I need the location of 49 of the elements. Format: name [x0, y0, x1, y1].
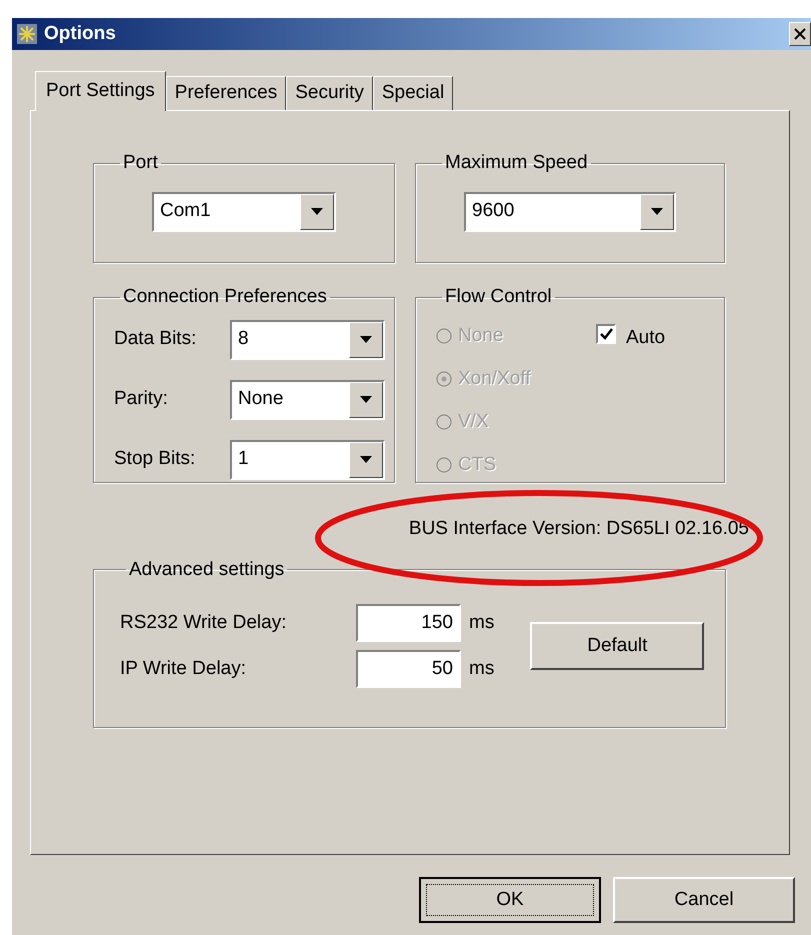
window-title: Options — [44, 22, 116, 46]
auto-checkbox[interactable]: Auto — [596, 320, 666, 352]
dropdown[interactable]: Com1 — [152, 192, 336, 232]
dropdown-arrow-button[interactable] — [300, 194, 334, 230]
tab[interactable]: Security — [286, 76, 373, 110]
field-label: IP Write Delay: — [120, 656, 248, 681]
close-icon — [794, 28, 806, 40]
dialog-button[interactable]: Cancel — [613, 877, 795, 923]
dropdown-value: Com1 — [159, 199, 212, 224]
field-label: Parity: — [114, 387, 169, 412]
dropdown-value: None — [237, 387, 284, 412]
dropdown[interactable]: 8 — [230, 320, 385, 360]
input-field[interactable]: 50 — [356, 650, 461, 688]
dropdown-arrow-button[interactable] — [349, 322, 383, 358]
group-title: Port — [122, 151, 159, 175]
default-button[interactable]: Default — [530, 622, 704, 670]
tab[interactable]: Special — [372, 76, 454, 110]
dropdown-value: 1 — [237, 447, 250, 472]
tab[interactable]: Port Settings — [35, 71, 166, 111]
dropdown-value: 9600 — [471, 199, 516, 224]
dialog-button[interactable]: OK — [419, 877, 601, 923]
check-icon — [600, 328, 612, 340]
dropdown[interactable]: None — [230, 380, 385, 420]
field-label: Data Bits: — [114, 327, 198, 352]
unit-label: ms — [469, 656, 494, 681]
caret-icon — [360, 336, 372, 343]
app-icon — [16, 23, 38, 45]
group-title: Advanced settings — [128, 558, 286, 582]
group-title: Flow Control — [444, 285, 553, 309]
dropdown[interactable]: 9600 — [464, 192, 676, 232]
close-button[interactable] — [789, 22, 811, 46]
dropdown-value: 8 — [237, 327, 250, 352]
dropdown-arrow-button[interactable] — [349, 442, 383, 478]
caret-icon — [360, 396, 372, 403]
checkbox[interactable] — [596, 324, 616, 344]
dropdown[interactable]: 1 — [230, 440, 385, 480]
field-label: Stop Bits: — [114, 447, 196, 472]
input-field[interactable]: 150 — [356, 604, 461, 642]
caret-icon — [311, 208, 323, 215]
tab[interactable]: Preferences — [166, 76, 286, 110]
dropdown-arrow-button[interactable] — [349, 382, 383, 418]
caret-icon — [651, 208, 663, 215]
dropdown-arrow-button[interactable] — [640, 194, 674, 230]
group-title: Maximum Speed — [444, 151, 589, 175]
unit-label: ms — [469, 610, 494, 635]
caret-icon — [360, 456, 372, 463]
group-title: Connection Preferences — [122, 285, 328, 309]
version-label: BUS Interface Version: DS65LI 02.16.05 — [408, 517, 749, 541]
field-label: RS232 Write Delay: — [120, 610, 288, 635]
